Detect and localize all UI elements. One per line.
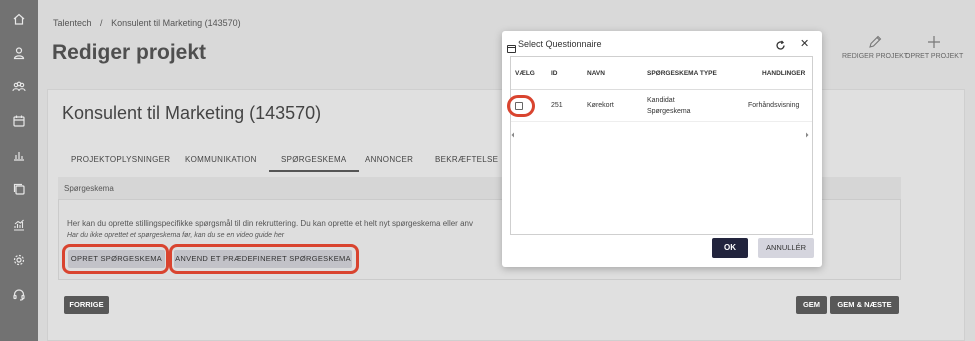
highlight-apply-button (169, 244, 359, 274)
tab-annoncer[interactable]: ANNONCER (365, 155, 413, 172)
project-title: Konsulent til Marketing (143570) (62, 103, 322, 123)
highlight-row-checkbox (507, 95, 535, 117)
breadcrumb-root[interactable]: Talentech (53, 18, 92, 28)
tab-projektoplysninger[interactable]: PROJEKTOPLYSNINGER (71, 155, 170, 172)
row-type-line2: Spørgeskema (647, 108, 691, 115)
page-title: Rediger projekt (52, 41, 207, 64)
tab-kommunikation[interactable]: KOMMUNIKATION (185, 155, 257, 172)
calendar-icon[interactable] (12, 114, 26, 128)
cancel-button[interactable]: ANNULLÉR (758, 238, 814, 258)
gear-icon[interactable] (12, 253, 26, 267)
column-header-type: SPØRGESKEMA TYPE (647, 70, 717, 77)
row-preview-link[interactable]: Forhåndsvisning (748, 102, 799, 109)
previous-button[interactable]: FORRIGE (64, 296, 109, 314)
row-type-line1: Kandidat (647, 97, 675, 104)
questionnaire-table (510, 56, 813, 235)
tab-bekraeftelse[interactable]: BEKRÆFTELSE (435, 155, 498, 172)
pencil-icon (869, 35, 882, 48)
breadcrumb-separator: / (100, 18, 103, 28)
users-icon[interactable] (12, 80, 26, 94)
row-id: 251 (551, 102, 563, 109)
create-project-label: OPRET PROJEKT (905, 53, 964, 60)
user-icon[interactable] (12, 46, 26, 60)
support-icon[interactable] (12, 288, 26, 302)
breadcrumb: Talentech / Konsulent til Marketing (143… (53, 18, 247, 28)
tab-spoergeskema[interactable]: SPØRGESKEMA (269, 150, 359, 172)
scroll-right-arrow-icon (806, 132, 809, 138)
edit-project-button[interactable]: REDIGER PROJEKT (842, 34, 908, 60)
scroll-left-arrow-icon (511, 132, 514, 138)
breadcrumb-current: Konsulent til Marketing (143570) (111, 18, 241, 28)
modal-title: Select Questionnaire (518, 39, 602, 49)
save-and-next-button[interactable]: GEM & NÆSTE (830, 296, 899, 314)
copy-icon[interactable] (12, 182, 26, 196)
save-button[interactable]: GEM (796, 296, 827, 314)
sidebar (0, 0, 38, 341)
table-row-divider (511, 121, 812, 122)
column-header-id: ID (551, 70, 558, 77)
refresh-icon[interactable] (775, 38, 786, 50)
analytics-icon[interactable] (12, 218, 26, 232)
plus-icon (928, 36, 941, 48)
create-project-button[interactable]: OPRET PROJEKT (905, 34, 963, 60)
column-header-select: VÆLG (515, 70, 535, 77)
questionnaire-panel-heading: Spørgeskema (64, 184, 114, 193)
video-guide-link[interactable]: Har du ikke oprettet et spørgeskema før,… (67, 232, 284, 239)
questionnaire-description: Her kan du oprette stillingspecifikke sp… (67, 219, 473, 228)
home-icon[interactable] (12, 12, 26, 26)
column-header-actions: HANDLINGER (762, 70, 806, 77)
window-icon (507, 40, 516, 53)
ok-button[interactable]: OK (712, 238, 748, 258)
table-header-divider (511, 89, 812, 90)
column-header-name: NAVN (587, 70, 605, 77)
highlight-create-button (62, 244, 169, 274)
close-icon[interactable]: ✕ (800, 37, 809, 50)
row-name: Kørekort (587, 102, 614, 109)
horizontal-scrollbar[interactable] (511, 126, 812, 138)
bar-chart-icon[interactable] (12, 148, 26, 162)
edit-project-label: REDIGER PROJEKT (842, 53, 909, 60)
